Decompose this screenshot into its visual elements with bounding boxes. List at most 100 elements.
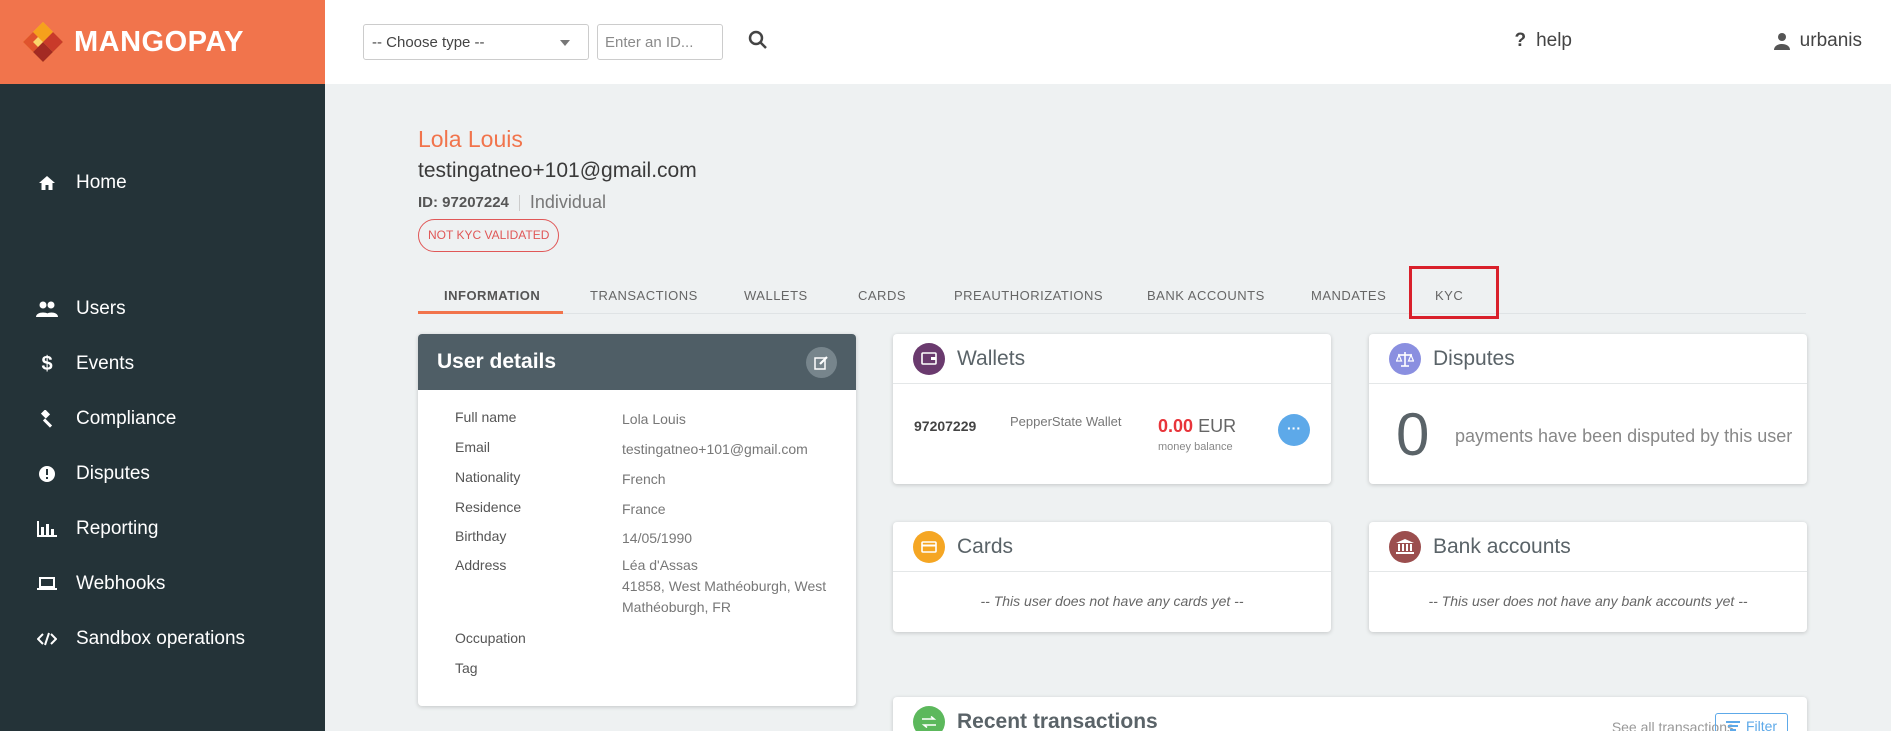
bank-accounts-header: Bank accounts [1369,522,1807,572]
detail-key: Residence [455,499,522,515]
sidebar: MANGOPAY Home Users $ Events Compliance … [0,0,325,731]
filter-button[interactable]: Filter [1715,713,1788,731]
disputes-text: payments have been disputed by this user [1455,426,1793,446]
sidebar-item-label: Home [76,172,127,193]
alert-icon [36,463,58,485]
sidebar-item-label: Webhooks [76,573,166,594]
sidebar-item-label: Disputes [76,463,150,484]
disputes-card: Disputes 0 payments have been disputed b… [1369,334,1807,484]
user-id: ID: 97207224 [418,194,509,211]
filter-icon [1725,721,1740,731]
filter-label: Filter [1745,718,1778,731]
sidebar-item-label: Sandbox operations [76,628,246,649]
tab-bank-accounts[interactable]: BANK ACCOUNTS [1147,288,1265,303]
tab-wallets[interactable]: WALLETS [744,288,808,303]
kyc-status-badge: NOT KYC VALIDATED [418,219,560,252]
chevron-down-icon [560,40,570,46]
sidebar-item-label: Users [76,298,126,319]
code-icon [36,628,58,650]
dollar-icon: $ [41,352,53,375]
detail-value: Lola Louis [622,411,686,427]
type-select-value: -- Choose type -- [372,34,485,51]
tab-information[interactable]: INFORMATION [444,288,540,303]
sidebar-item-sandbox-operations[interactable]: Sandbox operations [36,628,245,650]
type-select[interactable]: -- Choose type -- [363,24,589,60]
user-details-card: User details Full name Lola Louis Email te… [418,334,856,706]
sidebar-item-home[interactable]: Home [36,172,127,194]
detail-key: Address [455,557,507,573]
wallets-card: Wallets 97207229 PepperState Wallet 0.00… [893,334,1331,484]
detail-value: Léa d'Assas 41858, West Mathéoburgh, Wes… [622,557,827,615]
detail-key: Occupation [455,630,526,646]
divider [518,194,520,211]
sidebar-item-label: Reporting [76,518,159,539]
gavel-icon [36,408,58,430]
bank-accounts-empty-message: -- This user does not have any bank acco… [1428,593,1748,609]
detail-value: French [622,471,666,487]
sidebar-item-events[interactable]: $ Events [36,353,134,375]
help-label: help [1536,30,1572,51]
disputes-title: Disputes [1433,346,1515,370]
edit-user-button[interactable] [806,347,837,378]
users-icon [36,298,58,320]
user-email: testingatneo+101@gmail.com [418,159,697,182]
wallet-balance: 0.00 EUR [1158,416,1236,437]
wallet-more-button[interactable]: ··· [1278,414,1310,446]
detail-key: Nationality [455,469,521,485]
tab-bar: INFORMATION TRANSACTIONS WALLETS CARDS P… [418,284,1806,314]
detail-value: testingatneo+101@gmail.com [622,441,808,457]
laptop-icon [36,573,58,595]
detail-key: Tag [455,660,478,676]
help-link[interactable]: ? help [1514,30,1572,52]
detail-value: France [622,501,666,517]
credit-card-icon [913,530,945,563]
question-icon: ? [1514,30,1527,51]
tab-transactions[interactable]: TRANSACTIONS [590,288,698,303]
logo[interactable]: MANGOPAY [0,0,325,84]
edit-icon [814,356,828,370]
user-details-title: User details [437,350,557,373]
bank-accounts-title: Bank accounts [1433,534,1571,558]
kyc-tab-highlight-box [1409,266,1499,319]
search-icon [748,30,767,49]
user-details-header: User details [418,334,856,390]
username: urbanis [1799,30,1862,51]
bank-icon [1389,530,1421,563]
wallet-balance-caption: money balance [1158,441,1233,453]
sidebar-item-disputes[interactable]: Disputes [36,463,150,485]
wallet-id: 97207229 [914,418,977,434]
more-icon: ··· [1287,420,1301,436]
recent-transactions-card: Recent transactions See all transactions… [893,697,1807,731]
wallets-title: Wallets [957,346,1026,370]
sidebar-item-compliance[interactable]: Compliance [36,408,176,430]
disputes-count: 0 [1396,401,1430,468]
tab-cards[interactable]: CARDS [858,288,906,303]
sidebar-item-label: Events [76,353,135,374]
sidebar-item-users[interactable]: Users [36,298,126,320]
recent-transactions-title: Recent transactions [957,710,1158,731]
id-search-input[interactable] [597,24,723,60]
user-icon [1773,33,1790,50]
search-button[interactable] [748,30,772,54]
home-icon [36,172,58,194]
cards-card: Cards -- This user does not have any car… [893,522,1331,632]
tab-mandates[interactable]: MANDATES [1311,288,1386,303]
cards-empty-message: -- This user does not have any cards yet… [980,593,1244,609]
active-tab-indicator [418,311,563,314]
detail-value: 14/05/1990 [622,530,693,546]
tab-preauthorizations[interactable]: PREAUTHORIZATIONS [954,288,1103,303]
wallet-amount: 0.00 [1158,416,1194,436]
wallet-name: PepperState Wallet [1010,414,1122,429]
sidebar-item-webhooks[interactable]: Webhooks [36,573,165,595]
user-menu[interactable]: urbanis [1773,30,1862,52]
brand-name: MANGOPAY [74,25,244,58]
sidebar-item-reporting[interactable]: Reporting [36,518,158,540]
bar-chart-icon [36,518,58,540]
wallet-icon [913,342,945,375]
cards-title: Cards [957,534,1014,558]
mangopay-logo-icon [23,22,63,62]
scale-icon [1389,342,1421,375]
disputes-header: Disputes [1369,334,1807,384]
bank-accounts-card: Bank accounts -- This user does not have… [1369,522,1807,632]
top-bar: -- Choose type -- ? help urbanis [325,0,1891,84]
